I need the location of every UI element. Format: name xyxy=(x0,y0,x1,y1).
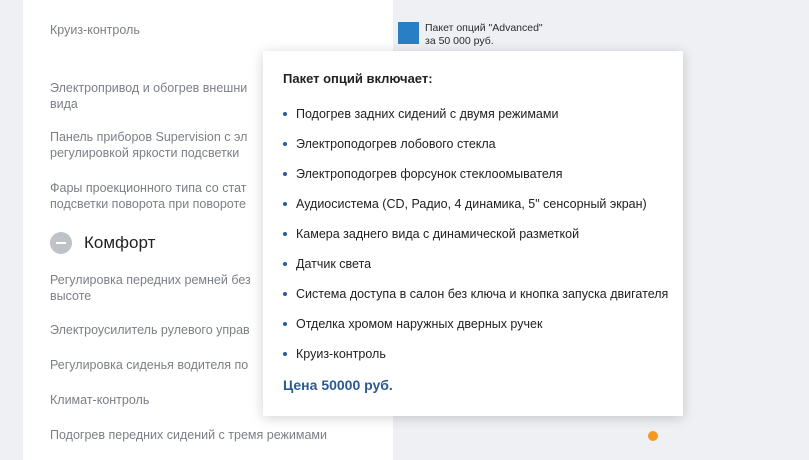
list-item: Круиз-контроль xyxy=(283,344,668,374)
section-comfort[interactable]: Комфорт xyxy=(50,231,155,255)
list-item: Электроподогрев лобового стекла xyxy=(283,134,668,164)
feature-label: Фары проекционного типа со стат подсветк… xyxy=(50,181,247,211)
popup-item-list: Подогрев задних сидений с двумя режимами… xyxy=(283,104,668,374)
legend-package-price: за 50 000 руб. xyxy=(425,35,494,47)
option-package-popup: Пакет опций включает: Подогрев задних си… xyxy=(263,51,683,416)
legend-package-name: Пакет опций "Advanced" xyxy=(425,22,543,34)
feature-label: Круиз-контроль xyxy=(50,23,140,37)
section-title: Комфорт xyxy=(84,233,156,252)
list-item: Отделка хромом наружных дверных ручек xyxy=(283,314,668,344)
option-package-legend[interactable]: Пакет опций "Advanced" за 50 000 руб. xyxy=(398,22,543,48)
feature-label: Электроусилитель рулевого управ xyxy=(50,323,250,337)
legend-text: Пакет опций "Advanced" за 50 000 руб. xyxy=(425,22,543,48)
legend-swatch[interactable] xyxy=(398,22,419,44)
feature-label: Панель приборов Supervision с эл регулир… xyxy=(50,130,248,160)
list-item: Система доступа в салон без ключа и кноп… xyxy=(283,284,668,314)
feature-label: Климат-контроль xyxy=(50,393,150,407)
feature-label: Регулировка передних ремней без высоте xyxy=(50,273,251,303)
minus-circle-icon[interactable] xyxy=(50,232,72,254)
popup-title: Пакет опций включает: xyxy=(283,71,433,86)
feature-label: Регулировка сиденья водителя по xyxy=(50,358,249,372)
orange-dot-icon[interactable] xyxy=(648,431,658,441)
list-item: Датчик света xyxy=(283,254,668,284)
list-item: Камера заднего вида с динамической разме… xyxy=(283,224,668,254)
feature-front-seat-heating: Подогрев передних сидений с тремя режима… xyxy=(50,427,360,443)
popup-price: Цена 50000 руб. xyxy=(283,377,393,393)
list-item: Электроподогрев форсунок стеклоомывателя xyxy=(283,164,668,194)
list-item: Подогрев задних сидений с двумя режимами xyxy=(283,104,668,134)
feature-cruise-control: Круиз-контроль xyxy=(50,22,360,38)
list-item: Аудиосистема (CD, Радио, 4 динамика, 5" … xyxy=(283,194,668,224)
feature-label: Электропривод и обогрев внешни вида xyxy=(50,81,248,111)
feature-label: Подогрев передних сидений с тремя режима… xyxy=(50,428,327,442)
